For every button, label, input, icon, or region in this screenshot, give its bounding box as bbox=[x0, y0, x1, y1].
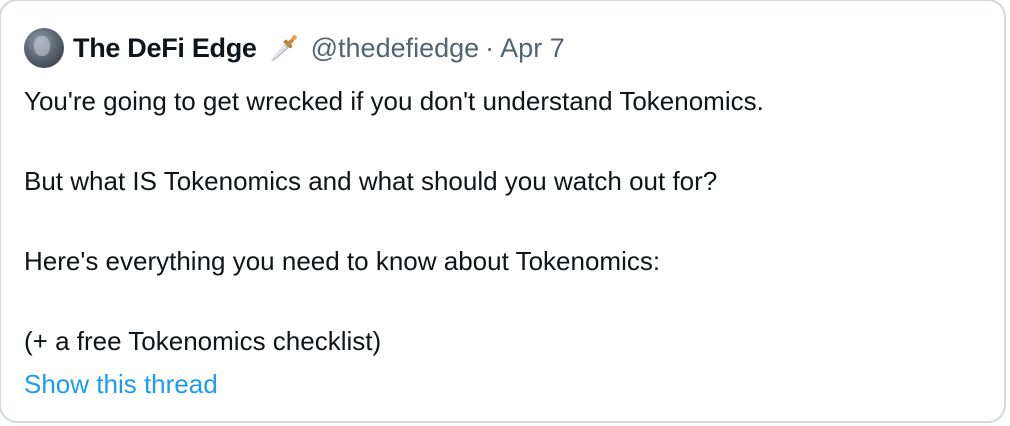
tweet-date[interactable]: Apr 7 bbox=[500, 33, 565, 64]
tweet-text-line: You're going to get wrecked if you don't… bbox=[24, 86, 764, 116]
tweet-card[interactable]: The DeFi Edge @thedefiedge · Apr 7 You'r… bbox=[0, 0, 1006, 423]
tweet-text-line: Here's everything you need to know about… bbox=[24, 246, 661, 276]
tweet-text-line: (+ a free Tokenomics checklist) bbox=[24, 326, 382, 356]
author-handle[interactable]: @thedefiedge bbox=[311, 33, 480, 64]
author-display-name[interactable]: The DeFi Edge bbox=[73, 33, 257, 64]
separator-dot: · bbox=[485, 32, 495, 63]
dagger-icon bbox=[269, 33, 299, 63]
tweet-text: You're going to get wrecked if you don't… bbox=[24, 81, 984, 361]
tweet-text-line: But what IS Tokenomics and what should y… bbox=[24, 166, 718, 196]
avatar[interactable] bbox=[24, 28, 64, 68]
tweet-header: The DeFi Edge @thedefiedge · Apr 7 bbox=[24, 28, 565, 68]
show-thread-link[interactable]: Show this thread bbox=[24, 365, 218, 403]
